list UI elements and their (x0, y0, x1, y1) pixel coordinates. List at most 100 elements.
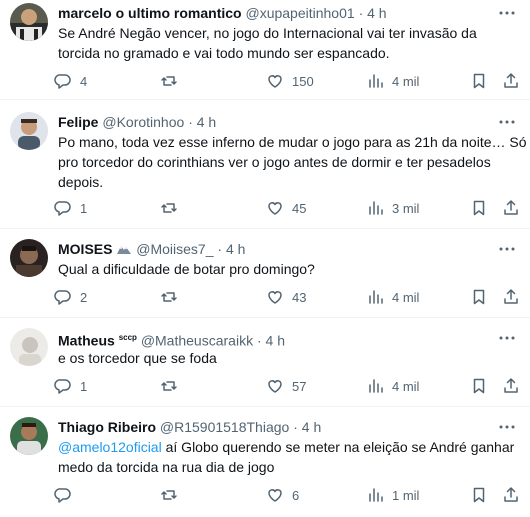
bookmark-icon (473, 378, 485, 394)
bar-chart-icon (369, 488, 383, 502)
tweet-header: Thiago Ribeiro @R15901518Thiago · 4 h (58, 418, 321, 436)
separator: · (293, 419, 298, 435)
views-button[interactable]: 4 mil (366, 376, 419, 396)
retweet-button[interactable] (160, 485, 186, 505)
share-button[interactable] (502, 71, 520, 91)
tweet[interactable]: marcelo o ultimo romantico @xupapeitinho… (0, 0, 530, 100)
view-count: 1 mil (392, 487, 420, 503)
avatar[interactable] (10, 3, 48, 41)
more-options-icon[interactable] (498, 4, 516, 22)
user-handle[interactable]: @R15901518Thiago (160, 419, 289, 435)
heart-icon (268, 291, 282, 304)
timestamp[interactable]: 4 h (367, 5, 386, 21)
reply-icon (54, 290, 71, 305)
views-button[interactable]: 1 mil (366, 485, 419, 505)
reply-count: 2 (80, 289, 88, 305)
retweet-button[interactable] (160, 287, 186, 307)
profile-emoji-badge (116, 241, 132, 259)
display-name[interactable]: marcelo o ultimo romantico (58, 5, 242, 21)
share-button[interactable] (502, 287, 520, 307)
display-name[interactable]: Thiago Ribeiro (58, 419, 156, 435)
timestamp[interactable]: 4 h (266, 333, 285, 349)
like-button[interactable]: 6 (266, 485, 299, 505)
tweet-text: Se André Negão vencer, no jogo do Intern… (58, 25, 477, 61)
reply-button[interactable] (54, 485, 80, 505)
bookmark-button[interactable] (470, 485, 488, 505)
bookmark-button[interactable] (470, 376, 488, 396)
avatar[interactable] (10, 112, 48, 150)
tweet[interactable]: Thiago Ribeiro @R15901518Thiago · 4 h @a… (0, 408, 530, 517)
timestamp[interactable]: 4 h (197, 114, 216, 130)
mention-link[interactable]: @amelo12oficial (58, 439, 162, 455)
user-handle[interactable]: @xupapeitinho01 (245, 5, 354, 21)
retweet-icon (161, 203, 177, 213)
heart-icon (268, 380, 282, 393)
tweet-text: Qual a dificuldade de botar pro domingo? (58, 261, 315, 277)
share-button[interactable] (502, 198, 520, 218)
bookmark-button[interactable] (470, 198, 488, 218)
like-button[interactable]: 57 (266, 376, 306, 396)
bookmark-icon (473, 200, 485, 216)
retweet-icon (161, 76, 177, 86)
tweet-header: Matheus sccp @Matheuscaraikk · 4 h (58, 329, 285, 350)
reply-button[interactable]: 2 (54, 287, 87, 307)
retweet-button[interactable] (160, 376, 186, 396)
heart-icon (268, 489, 282, 502)
share-button[interactable] (502, 485, 520, 505)
tweet-header: MOISES @Moiises7_ · 4 h (58, 240, 245, 259)
timestamp[interactable]: 4 h (226, 241, 245, 257)
tweet-actions: 1 45 3 mil (54, 198, 524, 218)
display-name[interactable]: MOISES (58, 241, 112, 257)
views-button[interactable]: 4 mil (366, 287, 419, 307)
reply-icon (54, 201, 71, 216)
share-button[interactable] (502, 376, 520, 396)
heart-icon (268, 202, 282, 215)
tweet-header: marcelo o ultimo romantico @xupapeitinho… (58, 4, 387, 22)
bookmark-icon (473, 73, 485, 89)
display-name[interactable]: Felipe (58, 114, 98, 130)
display-name[interactable]: Matheus (58, 333, 115, 349)
user-handle[interactable]: @Matheuscaraikk (141, 333, 253, 349)
views-button[interactable]: 4 mil (366, 71, 419, 91)
bar-chart-icon (369, 74, 383, 88)
avatar[interactable] (10, 239, 48, 277)
like-button[interactable]: 150 (266, 71, 314, 91)
tweet[interactable]: Felipe @Korotinhoo · 4 h Po mano, toda v… (0, 101, 530, 229)
avatar[interactable] (10, 417, 48, 455)
view-count: 3 mil (392, 200, 420, 216)
reply-button[interactable]: 1 (54, 376, 87, 396)
bar-chart-icon (369, 290, 383, 304)
retweet-button[interactable] (160, 198, 186, 218)
separator: · (358, 5, 364, 21)
separator: · (256, 332, 262, 349)
bookmark-icon (473, 289, 485, 305)
like-count: 57 (292, 378, 307, 394)
retweet-button[interactable] (160, 71, 186, 91)
bar-chart-icon (369, 201, 383, 215)
tweet[interactable]: MOISES @Moiises7_ · 4 h Qual a dificulda… (0, 230, 530, 318)
reply-button[interactable]: 4 (54, 71, 87, 91)
reply-count: 4 (80, 73, 88, 89)
share-icon (504, 378, 518, 393)
more-options-icon[interactable] (498, 329, 516, 347)
view-count: 4 mil (392, 289, 420, 305)
more-options-icon[interactable] (498, 418, 516, 436)
bookmark-button[interactable] (470, 287, 488, 307)
like-button[interactable]: 43 (266, 287, 306, 307)
avatar[interactable] (10, 328, 48, 366)
bookmark-button[interactable] (470, 71, 488, 91)
reply-button[interactable]: 1 (54, 198, 87, 218)
tweet-text: Po mano, toda vez esse inferno de mudar … (58, 134, 527, 190)
like-button[interactable]: 45 (266, 198, 306, 218)
share-icon (504, 289, 518, 304)
share-icon (504, 73, 518, 88)
share-icon (504, 487, 518, 502)
timestamp[interactable]: 4 h (302, 419, 321, 435)
more-options-icon[interactable] (498, 113, 516, 131)
user-handle[interactable]: @Moiises7_ (136, 241, 213, 257)
like-count: 43 (292, 289, 307, 305)
tweet[interactable]: Matheus sccp @Matheuscaraikk · 4 h e os … (0, 319, 530, 407)
views-button[interactable]: 3 mil (366, 198, 419, 218)
user-handle[interactable]: @Korotinhoo (102, 114, 184, 130)
more-options-icon[interactable] (498, 240, 516, 258)
